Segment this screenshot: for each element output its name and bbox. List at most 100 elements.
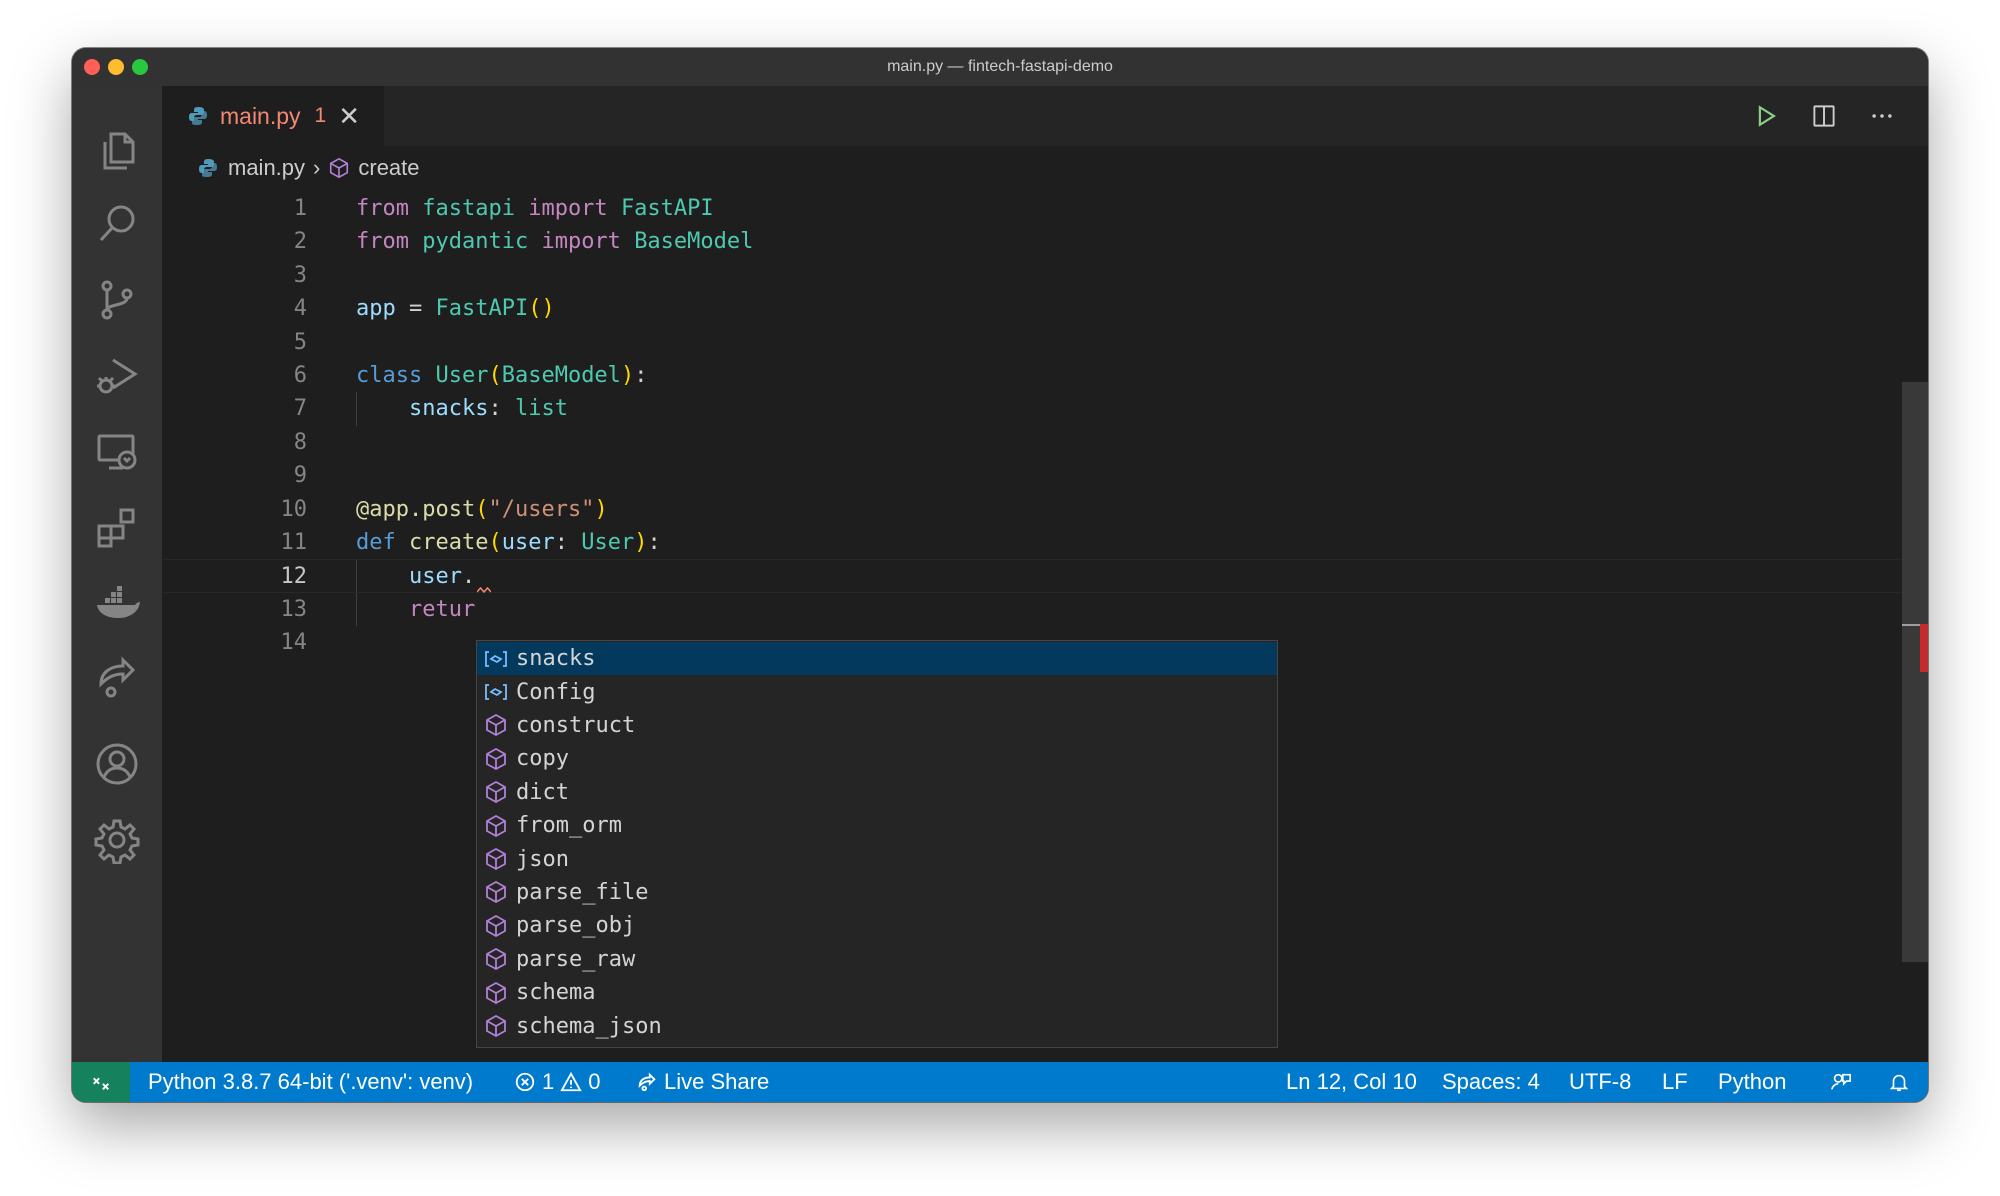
method-icon: [330, 157, 349, 179]
python-interpreter[interactable]: Python 3.8.7 64-bit ('.venv': venv): [148, 1062, 473, 1102]
eol-label: LF: [1662, 1069, 1688, 1094]
code-token: FastAPI: [435, 296, 529, 322]
code-line[interactable]: 11 def create(user: User):: [162, 526, 1902, 559]
code-token: (): [528, 296, 555, 322]
encoding-label: UTF-8: [1569, 1069, 1632, 1094]
code-token: :: [488, 396, 515, 422]
editor-scrollbar[interactable]: [1902, 190, 1928, 1062]
code-line[interactable]: 7 snacks: list: [162, 392, 1902, 426]
docker-icon[interactable]: [91, 576, 143, 628]
code-token: :: [647, 530, 661, 555]
suggestion-label: parse_obj: [516, 913, 636, 939]
indentation[interactable]: Spaces: 4: [1442, 1062, 1540, 1102]
window-title: main.py — fintech-fastapi-demo: [887, 58, 1113, 75]
tab-close-icon[interactable]: ✕: [338, 103, 360, 129]
maximize-window-button[interactable]: [132, 59, 148, 75]
problems-indicator[interactable]: 1 0: [514, 1062, 601, 1102]
code-token: :: [634, 363, 648, 388]
title-bar: main.py — fintech-fastapi-demo: [72, 48, 1928, 86]
code-token: ): [594, 496, 608, 522]
notifications-button[interactable]: [1888, 1062, 1910, 1102]
code-token: ): [620, 363, 635, 388]
encoding[interactable]: UTF-8: [1569, 1062, 1631, 1102]
files-icon[interactable]: [91, 124, 143, 176]
code-token: from: [356, 196, 409, 221]
search-icon[interactable]: [91, 198, 143, 250]
code-token: (: [475, 496, 489, 522]
remote-indicator[interactable]: [72, 1062, 130, 1102]
method-icon: [483, 879, 509, 905]
suggestion-item[interactable]: parse_obj: [477, 909, 1277, 942]
cursor-position[interactable]: Ln 12, Col 10: [1286, 1062, 1417, 1102]
method-icon: [483, 913, 509, 939]
suggestion-item[interactable]: construct: [477, 709, 1277, 742]
tab-main-py[interactable]: main.py 1 ✕: [162, 86, 384, 146]
suggestion-item[interactable]: schema_json: [477, 1009, 1277, 1042]
line-number: 8: [293, 429, 307, 455]
code-line[interactable]: 12 user.: [162, 559, 1902, 593]
code-line[interactable]: 10 @app.post("/users"): [162, 493, 1902, 526]
suggestion-item[interactable]: snacks: [477, 642, 1277, 676]
code-token: FastAPI: [620, 196, 714, 221]
field-icon: [483, 679, 509, 705]
code-line[interactable]: 3: [162, 259, 1902, 292]
suggestion-item[interactable]: from_orm: [477, 809, 1277, 842]
suggestion-label: parse_file: [516, 879, 649, 905]
split-editor-icon[interactable]: [1808, 100, 1840, 132]
live-share-icon[interactable]: [91, 652, 143, 704]
code-line[interactable]: 9: [162, 459, 1902, 492]
breadcrumb-file[interactable]: main.py: [228, 155, 305, 181]
code-line[interactable]: 13 retur: [162, 592, 1902, 627]
code-text: class User(BaseModel):: [356, 359, 647, 392]
code-token: User: [435, 363, 489, 388]
line-number: 11: [280, 530, 308, 555]
code-token: class: [356, 363, 423, 388]
suggestion-item[interactable]: copy: [477, 742, 1277, 775]
suggestion-item[interactable]: parse_raw: [477, 943, 1277, 976]
line-number: 14: [280, 630, 308, 656]
run-file-icon[interactable]: [1750, 100, 1782, 132]
scrollbar-thumb[interactable]: [1902, 382, 1928, 962]
live-share-status[interactable]: Live Share: [636, 1062, 769, 1102]
code-line[interactable]: 1 from fastapi import FastAPI: [162, 192, 1902, 225]
end-of-line[interactable]: LF: [1662, 1062, 1688, 1102]
language-mode[interactable]: Python: [1718, 1062, 1787, 1102]
suggestion-item[interactable]: dict: [477, 776, 1277, 809]
source-control-icon[interactable]: [91, 274, 143, 326]
more-actions-icon[interactable]: [1866, 100, 1898, 132]
method-icon: [483, 712, 509, 738]
code-line[interactable]: 5: [162, 326, 1902, 359]
code-token: create: [409, 530, 489, 555]
python-file-icon: [189, 107, 207, 125]
code-line[interactable]: 2 from pydantic import BaseModel: [162, 225, 1902, 258]
code-line[interactable]: 4 app = FastAPI(): [162, 292, 1902, 325]
suggestion-item[interactable]: schema: [477, 976, 1277, 1009]
suggestion-item[interactable]: Config: [477, 675, 1277, 708]
line-number: 2: [293, 229, 307, 255]
settings-gear-icon[interactable]: [91, 814, 143, 866]
suggestion-item[interactable]: json: [477, 842, 1277, 875]
feedback-button[interactable]: [1830, 1062, 1852, 1102]
code-line[interactable]: 8: [162, 426, 1902, 459]
accounts-icon[interactable]: [91, 738, 143, 790]
breadcrumb-symbol[interactable]: create: [358, 155, 419, 181]
extensions-icon[interactable]: [91, 502, 143, 554]
minimize-window-button[interactable]: [108, 59, 124, 75]
breadcrumb: main.py › create: [162, 146, 1928, 190]
close-window-button[interactable]: [84, 59, 100, 75]
suggestion-label: schema_json: [516, 1013, 662, 1039]
code-text: app = FastAPI(): [356, 292, 555, 325]
warning-count: 0: [588, 1069, 601, 1094]
editor-actions: [1750, 100, 1898, 132]
remote-explorer-icon[interactable]: [91, 426, 143, 478]
cursor-position-label: Ln 12, Col 10: [1286, 1069, 1417, 1094]
suggestion-item[interactable]: parse_file: [477, 876, 1277, 909]
run-debug-icon[interactable]: [91, 350, 143, 402]
code-line[interactable]: 6 class User(BaseModel):: [162, 359, 1902, 392]
code-token: snacks: [408, 396, 489, 422]
